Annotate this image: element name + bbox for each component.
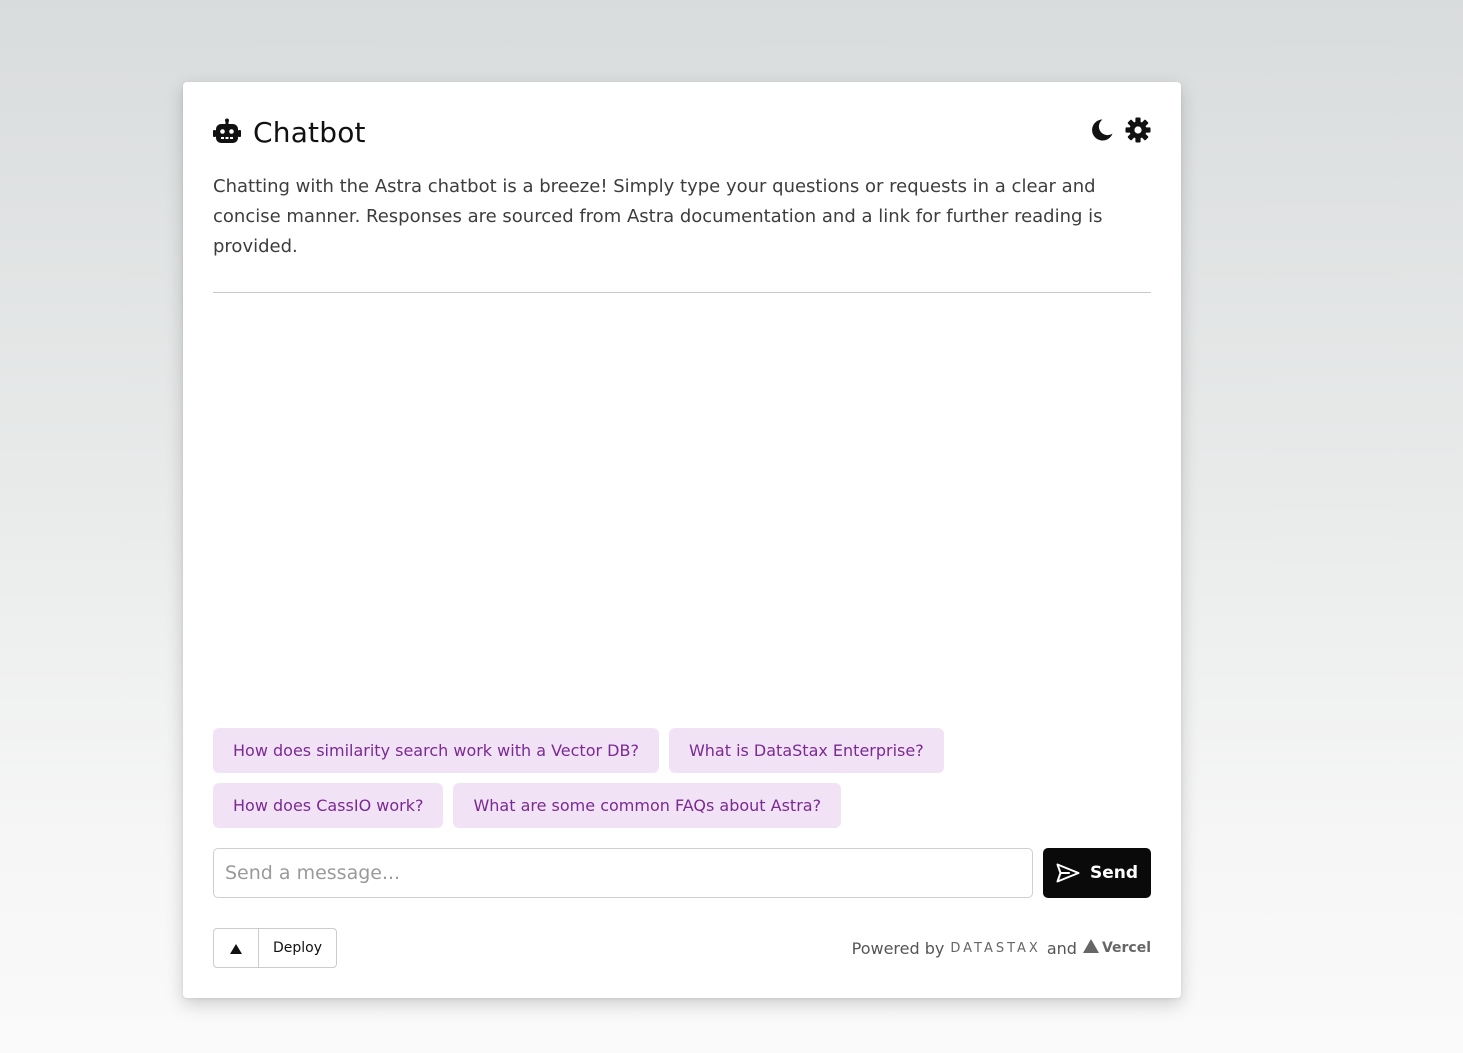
header-divider bbox=[213, 292, 1151, 293]
suggestion-chip[interactable]: How does similarity search work with a V… bbox=[213, 728, 659, 773]
datastax-logo[interactable]: DATASTAX bbox=[950, 941, 1040, 956]
theme-toggle-button[interactable] bbox=[1089, 119, 1115, 145]
powered-by: Powered by DATASTAX and Vercel bbox=[852, 939, 1151, 958]
powered-by-label: Powered by bbox=[851, 938, 945, 958]
suggestion-chip[interactable]: What are some common FAQs about Astra? bbox=[453, 783, 842, 828]
message-list bbox=[213, 294, 1151, 714]
chat-card: Chatbot Chatting with the Astra chatbot … bbox=[183, 82, 1181, 998]
message-composer: Send bbox=[213, 848, 1151, 898]
suggestion-chip[interactable]: How does CassIO work? bbox=[213, 783, 444, 828]
send-icon bbox=[1056, 863, 1080, 883]
title-group: Chatbot bbox=[213, 116, 366, 149]
deploy-control: Deploy bbox=[213, 928, 338, 968]
moon-icon bbox=[1090, 118, 1114, 146]
chat-description: Chatting with the Astra chatbot is a bre… bbox=[213, 176, 1103, 257]
chat-footer: Deploy Powered by DATASTAX and Vercel bbox=[213, 928, 1151, 968]
page-title: Chatbot bbox=[253, 115, 366, 149]
robot-icon bbox=[213, 118, 241, 146]
deploy-button[interactable]: Deploy bbox=[259, 929, 336, 967]
gear-icon bbox=[1125, 117, 1151, 147]
settings-button[interactable] bbox=[1125, 117, 1151, 147]
vercel-label: Vercel bbox=[1101, 940, 1151, 956]
message-input[interactable] bbox=[213, 848, 1033, 898]
suggestion-chip[interactable]: What is DataStax Enterprise? bbox=[668, 728, 944, 773]
vercel-triangle-icon bbox=[1082, 939, 1099, 957]
triangle-up-icon bbox=[230, 939, 242, 958]
chat-header: Chatbot bbox=[213, 112, 1151, 152]
deploy-triangle-button[interactable] bbox=[214, 929, 259, 967]
and-label: and bbox=[1046, 938, 1077, 958]
send-button[interactable]: Send bbox=[1043, 848, 1151, 898]
vercel-logo[interactable]: Vercel bbox=[1082, 939, 1151, 957]
suggestion-list: How does similarity search work with a V… bbox=[213, 728, 1151, 828]
header-actions bbox=[1089, 117, 1151, 147]
send-label: Send bbox=[1089, 863, 1139, 883]
